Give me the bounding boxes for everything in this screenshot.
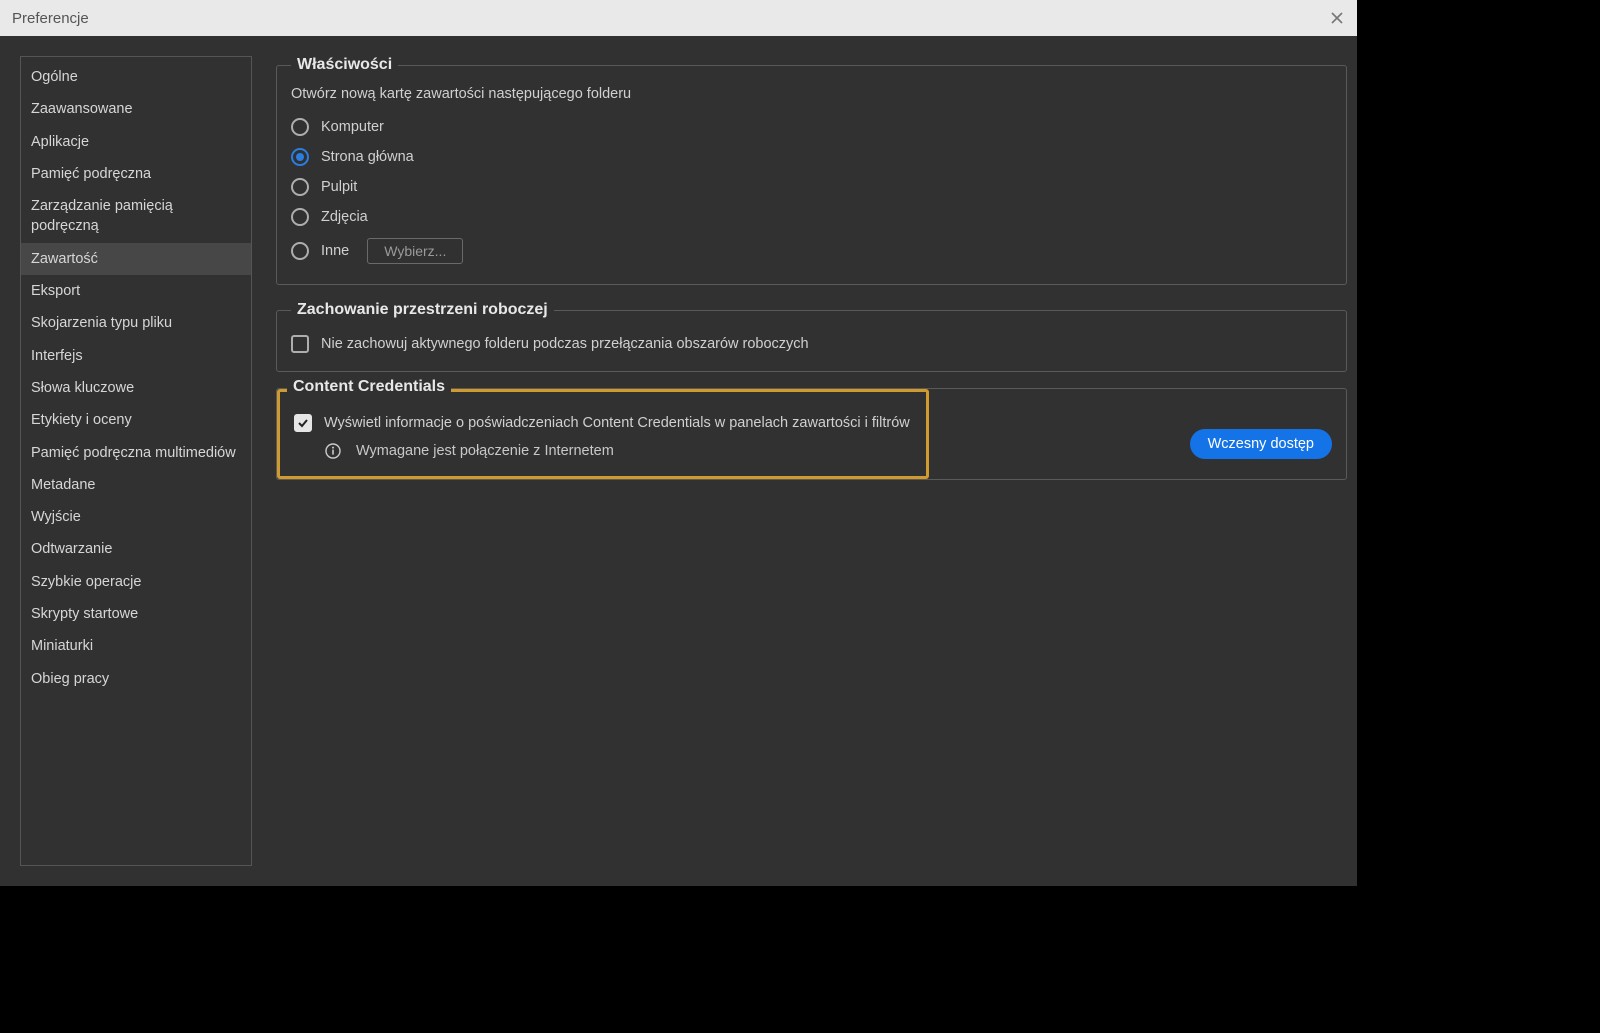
sidebar-item[interactable]: Eksport bbox=[21, 275, 251, 307]
sidebar-item[interactable]: Zarządzanie pamięcią podręczną bbox=[21, 190, 251, 243]
sidebar-item[interactable]: Pamięć podręczna bbox=[21, 158, 251, 190]
sidebar-item[interactable]: Skrypty startowe bbox=[21, 598, 251, 630]
sidebar-item[interactable]: Pamięć podręczna multimediów bbox=[21, 437, 251, 469]
content-credentials-group: Content Credentials Wyświetl informacje … bbox=[280, 392, 926, 476]
info-icon bbox=[324, 442, 342, 460]
cc-checkbox[interactable] bbox=[294, 414, 312, 432]
window-title: Preferencje bbox=[12, 10, 89, 27]
radio-label: Pulpit bbox=[321, 179, 357, 195]
sidebar-item[interactable]: Ogólne bbox=[21, 61, 251, 93]
sidebar-item[interactable]: Słowa kluczowe bbox=[21, 372, 251, 404]
close-icon[interactable] bbox=[1329, 10, 1345, 26]
sidebar-item[interactable]: Metadane bbox=[21, 469, 251, 501]
sidebar-item[interactable]: Interfejs bbox=[21, 340, 251, 372]
radio-row[interactable]: Zdjęcia bbox=[291, 202, 1332, 232]
sidebar-item[interactable]: Etykiety i oceny bbox=[21, 404, 251, 436]
titlebar: Preferencje bbox=[0, 0, 1357, 36]
radio-button[interactable] bbox=[291, 118, 309, 136]
properties-legend: Właściwości bbox=[291, 56, 398, 74]
content-credentials-highlight: Content Credentials Wyświetl informacje … bbox=[277, 389, 929, 479]
workspace-group: Zachowanie przestrzeni roboczej Nie zach… bbox=[276, 301, 1347, 372]
workspace-checkbox-row[interactable]: Nie zachowuj aktywnego folderu podczas p… bbox=[291, 331, 1332, 357]
workspace-checkbox-label: Nie zachowuj aktywnego folderu podczas p… bbox=[321, 336, 809, 352]
radio-label: Zdjęcia bbox=[321, 209, 368, 225]
sidebar-item[interactable]: Miniaturki bbox=[21, 630, 251, 662]
properties-subtitle: Otwórz nową kartę zawartości następujące… bbox=[291, 86, 1332, 102]
folder-radio-group: Komputer Strona główna Pulpit Zdjęcia Inne Wy… bbox=[291, 112, 1332, 270]
workspace-legend: Zachowanie przestrzeni roboczej bbox=[291, 301, 554, 319]
sidebar-item[interactable]: Odtwarzanie bbox=[21, 533, 251, 565]
workspace-checkbox[interactable] bbox=[291, 335, 309, 353]
radio-label: Strona główna bbox=[321, 149, 414, 165]
early-access-button[interactable]: Wczesny dostęp bbox=[1190, 429, 1332, 459]
cc-checkbox-row[interactable]: Wyświetl informacje o poświadczeniach Co… bbox=[294, 410, 912, 436]
radio-button[interactable] bbox=[291, 208, 309, 226]
radio-row[interactable]: Komputer bbox=[291, 112, 1332, 142]
choose-folder-button[interactable]: Wybierz... bbox=[367, 238, 463, 264]
content-credentials-outer: Content Credentials Wyświetl informacje … bbox=[276, 388, 1347, 480]
radio-row[interactable]: Strona główna bbox=[291, 142, 1332, 172]
content-credentials-right: Wczesny dostęp bbox=[929, 389, 1346, 479]
radio-label: Komputer bbox=[321, 119, 384, 135]
sidebar-item[interactable]: Szybkie operacje bbox=[21, 566, 251, 598]
sidebar-item[interactable]: Wyjście bbox=[21, 501, 251, 533]
dialog-body: OgólneZaawansowaneAplikacjePamięć podręc… bbox=[0, 36, 1357, 886]
content-area: Właściwości Otwórz nową kartę zawartości… bbox=[276, 56, 1347, 866]
cc-info-row: Wymagane jest połączenie z Internetem bbox=[294, 436, 912, 462]
sidebar-item[interactable]: Zawartość bbox=[21, 243, 251, 275]
radio-row[interactable]: Pulpit bbox=[291, 172, 1332, 202]
radio-row[interactable]: Inne Wybierz... bbox=[291, 232, 1332, 270]
sidebar: OgólneZaawansowaneAplikacjePamięć podręc… bbox=[20, 56, 252, 866]
sidebar-item[interactable]: Aplikacje bbox=[21, 126, 251, 158]
content-credentials-legend: Content Credentials bbox=[287, 378, 451, 396]
radio-button[interactable] bbox=[291, 178, 309, 196]
sidebar-item[interactable]: Skojarzenia typu pliku bbox=[21, 307, 251, 339]
properties-group: Właściwości Otwórz nową kartę zawartości… bbox=[276, 56, 1347, 285]
preferences-window: Preferencje OgólneZaawansowaneAplikacjeP… bbox=[0, 0, 1357, 886]
sidebar-item[interactable]: Obieg pracy bbox=[21, 663, 251, 695]
radio-button[interactable] bbox=[291, 148, 309, 166]
radio-label: Inne bbox=[321, 243, 349, 259]
sidebar-item[interactable]: Zaawansowane bbox=[21, 93, 251, 125]
cc-checkbox-label: Wyświetl informacje o poświadczeniach Co… bbox=[324, 415, 910, 431]
cc-info-text: Wymagane jest połączenie z Internetem bbox=[356, 443, 614, 459]
radio-button[interactable] bbox=[291, 242, 309, 260]
